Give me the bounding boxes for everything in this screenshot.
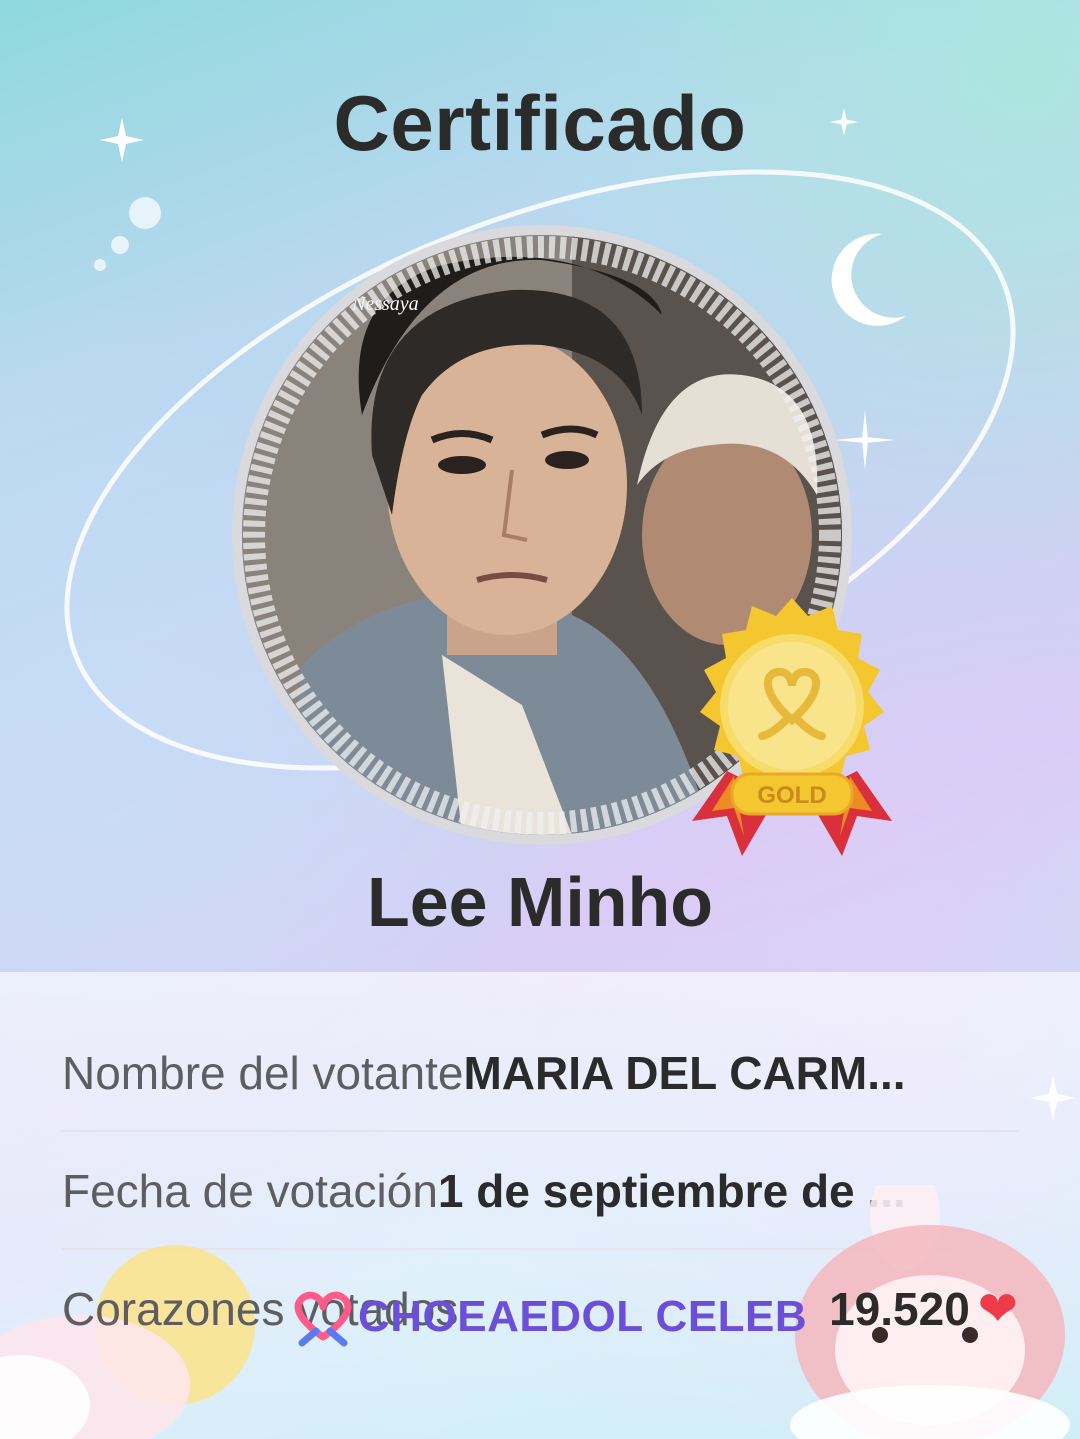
moon-icon bbox=[831, 233, 906, 326]
choeaedol-logo-icon bbox=[294, 1291, 352, 1347]
heart-icon: ❤ bbox=[977, 1283, 1018, 1336]
brand-watermark: CHOEAEDOL CELEB bbox=[288, 1282, 807, 1352]
brand-name: CHOEAEDOL CELEB bbox=[358, 1292, 808, 1341]
page-title: Certificado bbox=[333, 79, 747, 167]
sparkle-icon bbox=[835, 410, 895, 470]
voter-value: MARIA DEL CARM... bbox=[463, 1047, 906, 1099]
voter-label: Nombre del votante bbox=[62, 1047, 464, 1099]
date-label: Fecha de votación bbox=[62, 1165, 438, 1217]
gold-medal-icon: GOLD bbox=[692, 598, 892, 856]
voter-row: Nombre del votante MARIA DEL CARM... bbox=[62, 1014, 1018, 1132]
celebrity-name: Lee Minho bbox=[366, 863, 714, 941]
hearts-value: 19.520 bbox=[829, 1283, 970, 1335]
medal-label: GOLD bbox=[757, 782, 826, 809]
